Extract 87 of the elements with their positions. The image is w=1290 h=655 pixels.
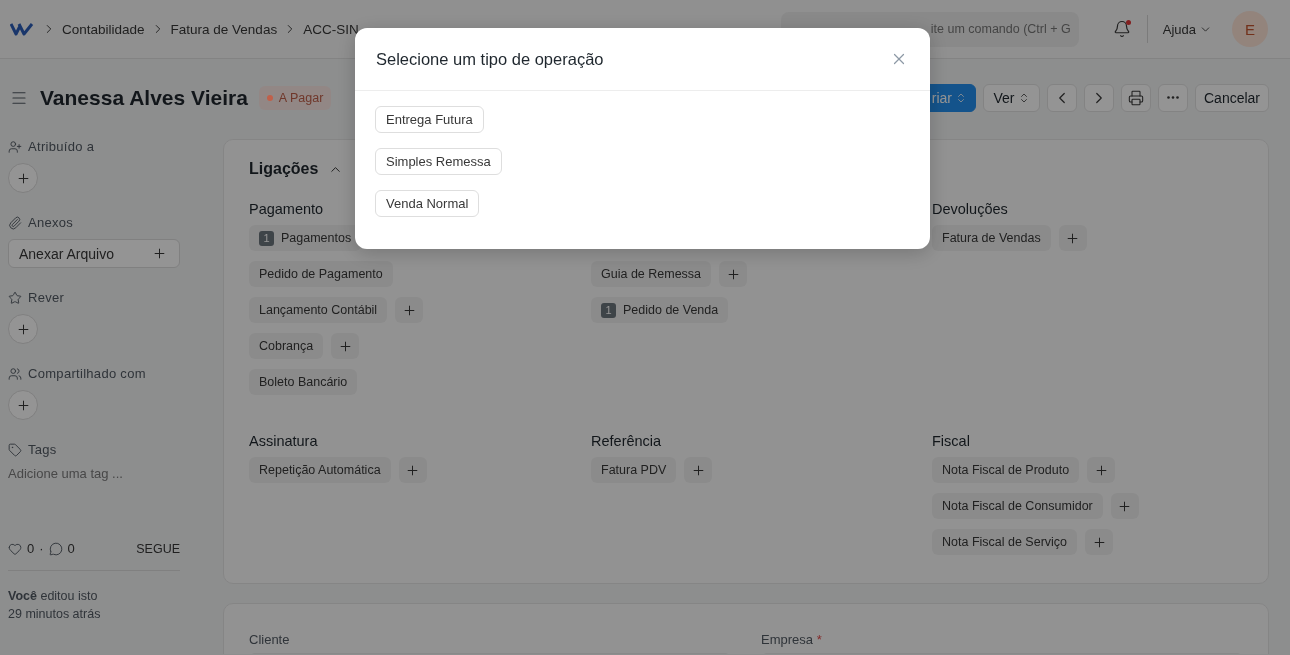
- paperclip-icon: [8, 215, 22, 230]
- group-heading: Referência: [591, 432, 662, 449]
- print-button[interactable]: [1121, 83, 1151, 112]
- breadcrumb-link[interactable]: ACC-SIN: [303, 21, 359, 37]
- like-count: 0: [27, 541, 35, 556]
- add-button[interactable]: [1087, 457, 1116, 483]
- plus-icon: [1091, 534, 1107, 550]
- plus-icon: [405, 462, 421, 478]
- comment-count: 0: [67, 541, 75, 556]
- link-chip[interactable]: 1 Pagamentos: [249, 225, 362, 251]
- count-badge: 1: [259, 230, 274, 246]
- link-chip[interactable]: Nota Fiscal de Produto: [932, 457, 1080, 483]
- page-title: Vanessa Alves Vieira: [40, 85, 248, 110]
- option-button[interactable]: Venda Normal: [375, 190, 480, 217]
- link-chip[interactable]: 1 Pedido de Venda: [591, 297, 729, 323]
- breadcrumb-link[interactable]: Fatura de Vendas: [170, 21, 278, 37]
- status-label: A Pagar: [278, 90, 324, 105]
- follow-button[interactable]: SEGUE: [136, 541, 180, 556]
- users-icon: [8, 366, 22, 381]
- plus-icon: [15, 170, 31, 186]
- logo-icon[interactable]: [10, 22, 34, 36]
- sidebar-label: Compartilhado com: [28, 366, 146, 381]
- separator: ·: [39, 541, 44, 556]
- section-title: Ligações: [249, 160, 319, 178]
- group-heading: Pagamento: [249, 200, 324, 217]
- add-button[interactable]: [1085, 529, 1114, 555]
- link-chip[interactable]: Cobrança: [249, 333, 324, 359]
- add-button[interactable]: [1110, 493, 1139, 519]
- dialog-title: Selecione um tipo de operação: [376, 49, 604, 69]
- plus-icon: [15, 321, 31, 337]
- tag-icon: [8, 442, 22, 457]
- sidebar-label: Rever: [28, 290, 65, 305]
- add-button[interactable]: [395, 297, 424, 323]
- plus-icon: [725, 266, 741, 282]
- option-button[interactable]: Entrega Futura: [375, 106, 484, 133]
- printer-icon: [1128, 89, 1144, 106]
- plus-icon: [152, 246, 167, 261]
- plus-icon: [1117, 498, 1133, 514]
- previous-button[interactable]: [1047, 83, 1077, 112]
- group-heading: Devoluções: [932, 200, 1008, 217]
- link-chip[interactable]: Nota Fiscal de Consumidor: [932, 493, 1103, 519]
- plus-icon: [337, 338, 353, 354]
- next-button[interactable]: [1084, 83, 1114, 112]
- link-chip[interactable]: Fatura PDV: [591, 457, 677, 483]
- field-label: Cliente: [249, 632, 291, 647]
- activity-text: Você editou isto: [8, 588, 99, 605]
- link-chip[interactable]: Guia de Remessa: [591, 261, 712, 287]
- plus-icon: [15, 397, 31, 413]
- link-chip[interactable]: Boleto Bancário: [249, 369, 358, 395]
- add-button[interactable]: [1058, 225, 1087, 251]
- comment-icon[interactable]: [48, 541, 63, 556]
- sidebar-label: Atribuído a: [28, 139, 95, 154]
- add-button[interactable]: [398, 457, 427, 483]
- sidebar-label: Tags: [28, 442, 57, 457]
- help-menu[interactable]: Ajuda: [1162, 21, 1212, 37]
- add-button[interactable]: [684, 457, 713, 483]
- bell-icon[interactable]: [1112, 20, 1131, 38]
- option-button[interactable]: Simples Remessa: [375, 148, 502, 175]
- create-button[interactable]: riar: [928, 83, 976, 112]
- link-chip[interactable]: Repetição Automática: [249, 457, 391, 483]
- heart-icon[interactable]: [8, 541, 22, 556]
- field-label: Empresa *: [761, 632, 823, 647]
- attach-file-button[interactable]: Anexar Arquivo: [8, 239, 180, 268]
- link-chip[interactable]: Fatura de Vendas: [932, 225, 1051, 251]
- star-icon: [8, 290, 22, 305]
- activity-time: 29 minutos atrás: [8, 606, 102, 623]
- add-button[interactable]: [331, 333, 360, 359]
- sidebar-label: Anexos: [28, 215, 74, 230]
- plus-icon: [1093, 462, 1109, 478]
- more-icon: [1167, 96, 1179, 99]
- view-button[interactable]: Ver: [983, 83, 1040, 112]
- link-chip[interactable]: Pedido de Pagamento: [249, 261, 393, 287]
- count-badge: 1: [601, 302, 616, 318]
- user-plus-icon: [8, 139, 22, 154]
- plus-icon: [1065, 230, 1081, 246]
- tag-input[interactable]: Adicione uma tag ...: [8, 466, 180, 481]
- add-button[interactable]: [719, 261, 748, 287]
- link-chip[interactable]: Nota Fiscal de Serviço: [932, 529, 1078, 555]
- link-chip[interactable]: Lançamento Contábil: [249, 297, 388, 323]
- user-avatar[interactable]: E: [1232, 11, 1268, 47]
- up-down-icon: [955, 91, 967, 104]
- group-heading: Fiscal: [932, 432, 970, 449]
- cancel-button[interactable]: Cancelar: [1195, 83, 1269, 112]
- plus-icon: [401, 302, 417, 318]
- plus-icon: [690, 462, 706, 478]
- group-heading: Assinatura: [249, 432, 318, 449]
- breadcrumb-link[interactable]: Contabilidade: [62, 21, 145, 37]
